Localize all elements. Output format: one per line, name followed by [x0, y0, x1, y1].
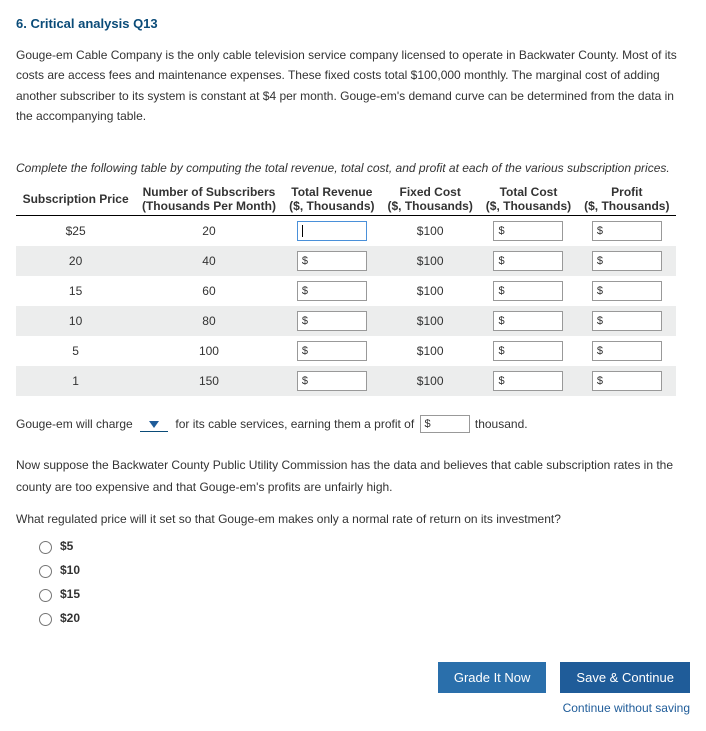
- table-row: $2520 $100 $ $: [16, 215, 676, 246]
- table-row: 1150 $ $100 $ $: [16, 366, 676, 396]
- table-instruction: Complete the following table by computin…: [16, 161, 690, 175]
- price-option-radio[interactable]: [39, 613, 52, 626]
- totalcost-input[interactable]: $: [493, 311, 563, 331]
- subs-cell: 80: [135, 306, 282, 336]
- regulated-price-question: What regulated price will it set so that…: [16, 512, 690, 526]
- revenue-input[interactable]: [297, 221, 367, 241]
- totalcost-cell: $: [479, 276, 577, 306]
- price-option-radio[interactable]: [39, 541, 52, 554]
- question-title: 6. Critical analysis Q13: [16, 16, 690, 31]
- profit-input[interactable]: $: [420, 415, 470, 433]
- totalcost-input[interactable]: $: [493, 221, 563, 241]
- table-row: 1080 $ $100 $ $: [16, 306, 676, 336]
- fixed-cell: $100: [381, 215, 479, 246]
- col-header-fixed: Fixed Cost ($, Thousands): [381, 183, 479, 216]
- profit-input[interactable]: $: [592, 251, 662, 271]
- totalcost-cell: $: [479, 366, 577, 396]
- price-cell: 20: [16, 246, 135, 276]
- fill-sentence: Gouge-em will charge for its cable servi…: [16, 414, 690, 436]
- profit-input[interactable]: $: [592, 341, 662, 361]
- price-cell: 5: [16, 336, 135, 366]
- price-option[interactable]: $5: [34, 538, 690, 554]
- profit-input[interactable]: $: [592, 221, 662, 241]
- chevron-down-icon: [148, 419, 160, 429]
- totalcost-cell: $: [479, 306, 577, 336]
- profit-input[interactable]: $: [592, 311, 662, 331]
- revenue-cell: [283, 215, 381, 246]
- price-option-radio[interactable]: [39, 589, 52, 602]
- totalcost-cell: $: [479, 215, 577, 246]
- col-header-price: Subscription Price: [16, 183, 135, 216]
- profit-cell: $: [578, 215, 676, 246]
- col-header-revenue: Total Revenue ($, Thousands): [283, 183, 381, 216]
- revenue-input[interactable]: $: [297, 251, 367, 271]
- profit-cell: $: [578, 306, 676, 336]
- profit-input[interactable]: $: [592, 281, 662, 301]
- totalcost-input[interactable]: $: [493, 251, 563, 271]
- totalcost-cell: $: [479, 246, 577, 276]
- profit-cell: $: [578, 246, 676, 276]
- continue-without-saving-link[interactable]: Continue without saving: [16, 701, 690, 715]
- table-row: 5100 $ $100 $ $: [16, 336, 676, 366]
- totalcost-input[interactable]: $: [493, 371, 563, 391]
- col-header-subs: Number of Subscribers (Thousands Per Mon…: [135, 183, 282, 216]
- revenue-cell: $: [283, 366, 381, 396]
- fixed-cell: $100: [381, 276, 479, 306]
- fixed-cell: $100: [381, 366, 479, 396]
- totalcost-input[interactable]: $: [493, 281, 563, 301]
- totalcost-input[interactable]: $: [493, 341, 563, 361]
- col-header-totalcost: Total Cost ($, Thousands): [479, 183, 577, 216]
- price-cell: $25: [16, 215, 135, 246]
- revenue-cell: $: [283, 246, 381, 276]
- revenue-cell: $: [283, 276, 381, 306]
- subs-cell: 40: [135, 246, 282, 276]
- revenue-input[interactable]: $: [297, 371, 367, 391]
- price-option-label: $5: [60, 539, 73, 553]
- profit-cell: $: [578, 336, 676, 366]
- totalcost-cell: $: [479, 336, 577, 366]
- price-cell: 15: [16, 276, 135, 306]
- revenue-input[interactable]: $: [297, 311, 367, 331]
- subs-cell: 100: [135, 336, 282, 366]
- fixed-cell: $100: [381, 306, 479, 336]
- fill-post: thousand.: [475, 417, 528, 431]
- price-option-label: $15: [60, 587, 80, 601]
- price-option-label: $20: [60, 611, 80, 625]
- revenue-cell: $: [283, 306, 381, 336]
- revenue-cell: $: [283, 336, 381, 366]
- profit-input[interactable]: $: [592, 371, 662, 391]
- intro-paragraph: Gouge-em Cable Company is the only cable…: [16, 45, 690, 127]
- price-option[interactable]: $10: [34, 562, 690, 578]
- subs-cell: 60: [135, 276, 282, 306]
- fixed-cell: $100: [381, 246, 479, 276]
- revenue-input[interactable]: $: [297, 281, 367, 301]
- table-row: 1560 $ $100 $ $: [16, 276, 676, 306]
- fill-pre: Gouge-em will charge: [16, 417, 133, 431]
- charge-dropdown[interactable]: [140, 416, 168, 432]
- price-option-label: $10: [60, 563, 80, 577]
- col-header-profit: Profit ($, Thousands): [578, 183, 676, 216]
- fixed-cell: $100: [381, 336, 479, 366]
- price-cell: 10: [16, 306, 135, 336]
- revenue-input[interactable]: $: [297, 341, 367, 361]
- price-option[interactable]: $15: [34, 586, 690, 602]
- subs-cell: 20: [135, 215, 282, 246]
- subs-cell: 150: [135, 366, 282, 396]
- table-row: 2040 $ $100 $ $: [16, 246, 676, 276]
- followup-paragraph: Now suppose the Backwater County Public …: [16, 455, 690, 498]
- price-option-radio[interactable]: [39, 565, 52, 578]
- profit-cell: $: [578, 366, 676, 396]
- price-option[interactable]: $20: [34, 610, 690, 626]
- profit-cell: $: [578, 276, 676, 306]
- fill-mid: for its cable services, earning them a p…: [175, 417, 414, 431]
- price-cell: 1: [16, 366, 135, 396]
- data-table: Subscription Price Number of Subscribers…: [16, 183, 676, 396]
